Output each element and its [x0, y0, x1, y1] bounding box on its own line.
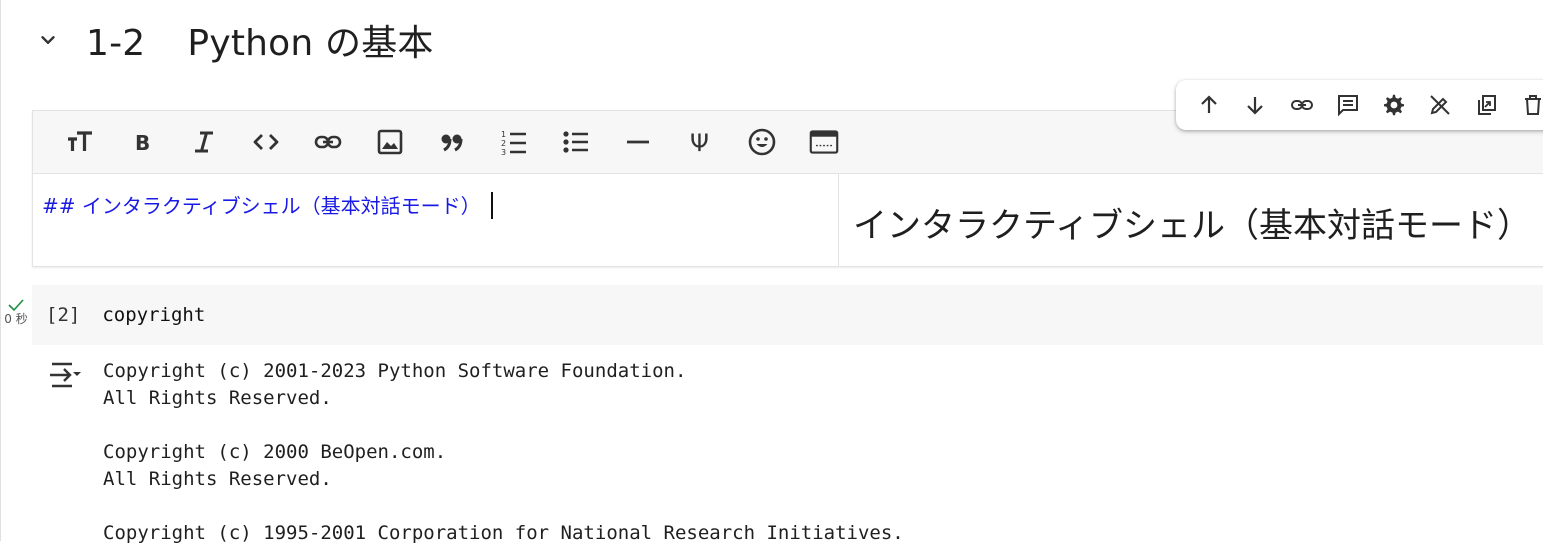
table-icon[interactable]	[793, 120, 855, 164]
section-title: 1-2 Python の基本	[86, 14, 434, 66]
image-icon[interactable]	[359, 120, 421, 164]
arrow-up-icon[interactable]	[1186, 85, 1232, 125]
arrow-down-icon[interactable]	[1232, 85, 1278, 125]
output-line: Copyright (c) 2001-2023 Python Software …	[103, 360, 687, 382]
code-icon[interactable]	[235, 120, 297, 164]
numbered-list-icon[interactable]: 123	[483, 120, 545, 164]
section-header: 1-2 Python の基本	[36, 14, 434, 66]
latex-psi-icon[interactable]: Ψ	[669, 120, 731, 164]
quote-icon[interactable]	[421, 120, 483, 164]
link-icon[interactable]	[1279, 85, 1325, 125]
markdown-preview: インタラクティブシェル（基本対話モード）	[853, 174, 1543, 267]
cell-output: Copyright (c) 2001-2023 Python Software …	[103, 358, 904, 547]
section-title-text: Python の基本	[187, 23, 434, 64]
bold-icon[interactable]: B	[111, 120, 173, 164]
delete-icon[interactable]	[1510, 85, 1543, 125]
italic-icon[interactable]	[173, 120, 235, 164]
notebook-left-border	[0, 0, 1, 541]
output-line: Copyright (c) 2000 BeOpen.com.	[103, 441, 447, 463]
comment-icon[interactable]	[1325, 85, 1371, 125]
markdown-source-text: ## インタラクティブシェル（基本対話モード）	[42, 194, 481, 218]
chevron-down-icon[interactable]	[36, 28, 60, 52]
edit-off-icon[interactable]	[1417, 85, 1463, 125]
gear-icon[interactable]	[1371, 85, 1417, 125]
svg-text:3: 3	[501, 148, 506, 157]
section-number: 1-2	[86, 23, 146, 64]
markdown-preview-heading: インタラクティブシェル（基本対話モード）	[853, 206, 1531, 246]
svg-text:Ψ: Ψ	[690, 129, 709, 157]
svg-text:B: B	[135, 131, 150, 155]
output-line: All Rights Reserved.	[103, 387, 332, 409]
markdown-editor[interactable]: ## インタラクティブシェル（基本対話モード）	[33, 174, 839, 267]
markdown-cell[interactable]: B 123 Ψ ## インタラクティブシェル（基本対話モード） インタラクティブ…	[32, 110, 1543, 267]
cell-action-toolbar	[1176, 80, 1543, 130]
mirror-cell-icon[interactable]	[1464, 85, 1510, 125]
emoji-icon[interactable]	[731, 120, 793, 164]
svg-text:1: 1	[501, 130, 506, 139]
execution-time: 0 秒	[4, 312, 28, 326]
link-icon[interactable]	[297, 120, 359, 164]
code-cell[interactable]: [2] copyright	[32, 285, 1543, 345]
horizontal-rule-icon[interactable]	[607, 120, 669, 164]
svg-text:2: 2	[501, 139, 506, 148]
code-source[interactable]: copyright	[102, 304, 205, 326]
bulleted-list-icon[interactable]	[545, 120, 607, 164]
execution-status: 0 秒	[2, 298, 30, 327]
output-line: All Rights Reserved.	[103, 468, 332, 490]
execution-count: [2]	[46, 304, 81, 326]
text-caret	[490, 192, 493, 219]
output-actions-icon[interactable]	[48, 360, 82, 390]
text-size-icon[interactable]	[49, 120, 111, 164]
